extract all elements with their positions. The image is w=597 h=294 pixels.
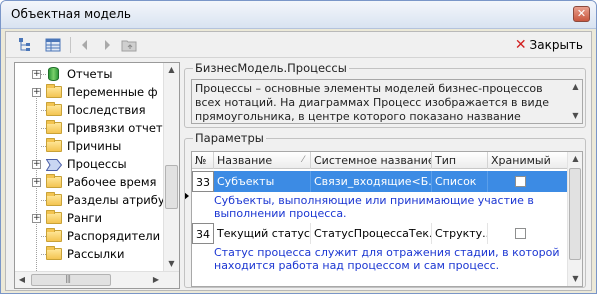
close-command-button[interactable]: ✕ Закрыть: [515, 37, 583, 53]
back-arrow-icon[interactable]: [76, 37, 94, 53]
row-stored-cell: [488, 171, 568, 192]
tree-item-label: Привязки отчет: [67, 121, 163, 135]
column-header-name[interactable]: Название ⁄: [214, 152, 311, 169]
sort-indicator-icon: ⁄: [302, 155, 304, 165]
scroll-down-arrow-icon[interactable]: ▼: [164, 257, 179, 271]
tree-item-causes[interactable]: Причины: [15, 137, 165, 155]
row-name[interactable]: Текущий статус: [214, 223, 311, 244]
folder-icon: [46, 84, 62, 98]
tree-item-label: Последствия: [67, 103, 146, 117]
folder-icon: [46, 120, 62, 134]
column-header-system-name[interactable]: Системное название: [311, 152, 432, 169]
folder-icon: [46, 102, 62, 116]
tree-item-label: Рабочее время: [67, 175, 157, 189]
tree-item-label: Рассылки: [67, 247, 125, 261]
scroll-left-arrow-icon[interactable]: ◀: [15, 272, 29, 288]
folder-icon: [46, 228, 62, 242]
toolbar: ✕ Закрыть: [6, 32, 591, 58]
tree-item-managers[interactable]: Распорядители: [15, 227, 165, 245]
parameters-group-title: Параметры: [193, 131, 266, 145]
scroll-up-arrow-icon[interactable]: ▲: [164, 63, 179, 77]
grid-vertical-scroll-thumb[interactable]: [569, 168, 581, 260]
row-system-name[interactable]: Связи_входящие<Б...: [311, 171, 432, 192]
tree-structure-icon[interactable]: [16, 37, 34, 53]
tree-horizontal-scrollbar[interactable]: ◀ ▶: [15, 271, 179, 288]
description-scrollbar[interactable]: ▲ ▼: [568, 80, 582, 123]
close-command-label: Закрыть: [529, 38, 583, 52]
column-header-number[interactable]: №: [192, 152, 214, 169]
folder-icon: [46, 174, 62, 188]
scroll-up-arrow-icon[interactable]: ▲: [568, 152, 582, 166]
row-system-name[interactable]: СтатусПроцессаТек...: [311, 223, 432, 244]
tree-item-variables[interactable]: + Переменные ф: [15, 83, 165, 101]
expand-plus-icon[interactable]: +: [32, 70, 41, 79]
column-header-stored[interactable]: Хранимый: [488, 152, 568, 169]
grid-vertical-scrollbar[interactable]: ▲ ▼: [567, 152, 582, 286]
scroll-down-arrow-icon[interactable]: ▼: [568, 109, 582, 123]
tree-horizontal-scroll-thumb[interactable]: [31, 274, 111, 286]
tree-item-processes[interactable]: + Процессы: [15, 155, 165, 173]
tree-item-label: Распорядители: [67, 229, 161, 243]
stored-checkbox[interactable]: [515, 175, 526, 187]
tree-vertical-scrollbar[interactable]: ▲ ▼: [163, 63, 179, 271]
object-tree[interactable]: + Отчеты + Переменные ф Последствия Прив…: [14, 62, 180, 289]
description-text: Процессы – основные элементы моделей биз…: [195, 82, 550, 123]
toolbar-separator: [70, 37, 71, 53]
tree-item-mailings[interactable]: Рассылки: [15, 245, 165, 263]
tree-item-label: Причины: [67, 139, 122, 153]
scroll-right-arrow-icon[interactable]: ▶: [149, 272, 163, 288]
scroll-down-arrow-icon[interactable]: ▼: [568, 272, 582, 286]
client-area: ✕ Закрыть + Отчеты + Переменные ф Последс…: [5, 31, 592, 291]
row-stored-cell: [488, 223, 568, 244]
row-type[interactable]: Список: [432, 171, 488, 192]
title-bar[interactable]: Объектная модель ✕: [1, 1, 596, 29]
object-model-window: Объектная модель ✕ ✕ Закрыть + Отчеты + …: [0, 0, 597, 294]
row-description: Субъекты, выполняющие или принимающие уч…: [214, 194, 534, 220]
tree-item-reports[interactable]: + Отчеты: [15, 65, 165, 83]
tree-item-attribute-sections[interactable]: Разделы атрибу: [15, 191, 165, 209]
expand-plus-icon[interactable]: +: [32, 160, 41, 169]
folder-icon: [46, 138, 62, 152]
tree-item-label: Разделы атрибу: [67, 193, 165, 207]
close-x-icon: ✕: [514, 37, 527, 53]
parameters-grid[interactable]: № Название ⁄ Системное название Тип Храни…: [191, 151, 583, 287]
row-description: Статус процесса служит для отражения ста…: [214, 246, 560, 272]
folder-icon: [46, 192, 62, 206]
expand-plus-icon[interactable]: +: [32, 178, 41, 187]
table-row[interactable]: 34 Текущий статус СтатусПроцессаТек... С…: [192, 223, 568, 244]
tree-item-report-bindings[interactable]: Привязки отчет: [15, 119, 165, 137]
tree-item-label: Ранги: [67, 211, 103, 225]
tree-item-ranks[interactable]: + Ранги: [15, 209, 165, 227]
tree-vertical-scroll-thumb[interactable]: [165, 165, 178, 209]
row-number: 33: [192, 171, 214, 192]
table-row[interactable]: 33 Субъекты Связи_входящие<Б... Список: [192, 171, 568, 192]
forward-arrow-icon[interactable]: [98, 37, 116, 53]
expand-plus-icon[interactable]: +: [32, 214, 41, 223]
window-title: Объектная модель: [11, 7, 131, 21]
tree-item-work-time[interactable]: + Рабочее время: [15, 173, 165, 191]
scroll-up-arrow-icon[interactable]: ▲: [568, 80, 582, 94]
tree-item-label: Процессы: [67, 157, 127, 171]
description-text-box[interactable]: Процессы – основные элементы моделей биз…: [191, 79, 583, 124]
row-type[interactable]: Структу...: [432, 223, 488, 244]
folder-up-icon[interactable]: [120, 37, 138, 53]
tree-item-label: Отчеты: [67, 67, 113, 81]
column-header-type[interactable]: Тип: [432, 152, 488, 169]
table-grid-icon[interactable]: [44, 37, 62, 53]
grid-header: № Название ⁄ Системное название Тип Храни…: [192, 152, 568, 169]
row-number: 34: [192, 223, 214, 244]
database-icon: [48, 67, 59, 81]
row-name[interactable]: Субъекты: [214, 171, 311, 192]
parameters-group: Параметры № Название ⁄ Системное название…: [184, 131, 586, 288]
folder-icon: [46, 210, 62, 224]
window-close-button[interactable]: ✕: [573, 6, 590, 22]
tree-item-label: Переменные ф: [67, 85, 158, 99]
folder-icon: [46, 246, 62, 260]
tree-item-consequences[interactable]: Последствия: [15, 101, 165, 119]
expand-plus-icon[interactable]: +: [32, 88, 41, 97]
stored-checkbox[interactable]: [515, 227, 526, 239]
description-group-title: БизнесМодель.Процессы: [193, 61, 349, 75]
description-group: БизнесМодель.Процессы Процессы – основны…: [184, 61, 586, 128]
